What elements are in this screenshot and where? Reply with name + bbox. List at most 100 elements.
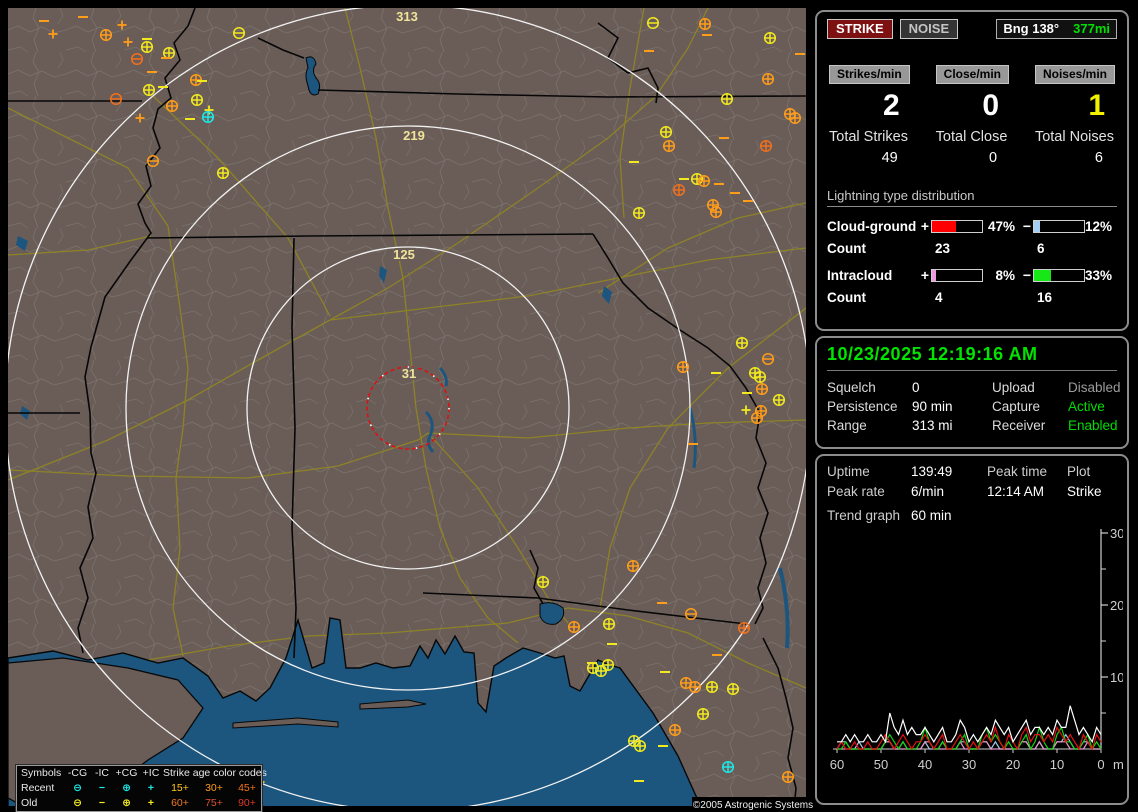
strike-symbol-cp — [167, 101, 178, 112]
strike-stats-panel: STRIKE NOISE Bng 138° 377mi Strikes/min … — [815, 10, 1129, 331]
strike-symbol-cp — [757, 384, 768, 395]
map-symbol-legend: Symbols -CG -IC +CG +IC Strike age color… — [16, 765, 262, 812]
strike-symbol-cp — [144, 85, 155, 96]
cg-negative-count: 6 — [1033, 241, 1085, 256]
legend-col-ic-neg: -IC — [90, 766, 114, 781]
strike-symbol-cp — [690, 682, 701, 693]
strikes-per-min-chip: Strikes/min — [829, 65, 910, 84]
status-panel: 10/23/2025 12:19:16 AM Squelch 0 Upload … — [815, 336, 1129, 449]
strike-symbol-cp — [737, 338, 748, 349]
trend-series-red — [837, 727, 1101, 749]
capture-label: Capture — [992, 399, 1068, 414]
ic-pos-recent-icon: + — [139, 781, 163, 796]
ring-label-313: 313 — [396, 9, 418, 24]
cloud-ground-label: Cloud-ground — [827, 219, 919, 234]
total-strikes-value: 49 — [829, 145, 910, 166]
legend-col-cg-neg: -CG — [65, 766, 90, 781]
ic-negative-bar — [1033, 269, 1085, 282]
plus-sign: + — [919, 267, 931, 283]
ic-positive-pct: 8% — [983, 268, 1021, 283]
cg-positive-pct: 47% — [983, 219, 1021, 234]
trend-graph: 3020106050403020100min — [827, 525, 1117, 788]
receiver-status: Enabled — [1068, 418, 1121, 433]
minus-sign: − — [1021, 218, 1033, 234]
lightning-map[interactable]: 313 219 125 31 Symbols -CG -IC +CG +IC S… — [8, 8, 806, 806]
peak-rate-value: 6/min — [911, 484, 987, 499]
strike-symbol-cp — [203, 112, 214, 123]
strike-symbol-cp — [761, 141, 772, 152]
strike-symbol-cp — [538, 577, 549, 588]
intracloud-row: Intracloud + 8% − 33% — [827, 267, 1117, 283]
svg-text:10: 10 — [1110, 670, 1123, 685]
close-per-min-column: Close/min 0 Total Close 0 — [936, 65, 1009, 166]
age-75-label: 75+ — [197, 796, 231, 811]
legend-old-label: Old — [19, 796, 65, 811]
cg-negative-bar — [1033, 220, 1085, 233]
plot-value: Strike — [1067, 484, 1117, 499]
svg-text:20: 20 — [1110, 598, 1123, 613]
squelch-value: 0 — [912, 380, 992, 395]
trend-series-white — [837, 706, 1101, 742]
strike-symbol-cp — [192, 95, 203, 106]
range-label: Range — [827, 418, 912, 433]
strike-symbol-cp — [723, 762, 734, 773]
ring-label-219: 219 — [403, 128, 425, 143]
persistence-value: 90 min — [912, 399, 992, 414]
age-45-label: 45+ — [231, 781, 263, 796]
trend-panel: Uptime 139:49 Peak time Plot Peak rate 6… — [815, 454, 1129, 805]
svg-text:min: min — [1113, 757, 1123, 772]
ic-neg-recent-icon: − — [90, 781, 114, 796]
squelch-label: Squelch — [827, 380, 912, 395]
strikes-per-min-column: Strikes/min 2 Total Strikes 49 — [829, 65, 910, 166]
ic-neg-old-icon: − — [90, 796, 114, 811]
ic-count-label: Count — [827, 290, 919, 305]
noises-per-min-chip: Noises/min — [1035, 65, 1115, 84]
strike-symbol-cp — [700, 19, 711, 30]
cg-pos-recent-icon: ⊕ — [114, 781, 139, 796]
strike-symbol-cp — [674, 185, 685, 196]
strike-symbol-cp — [752, 413, 763, 424]
trend-graph-window: 60 min — [911, 508, 987, 523]
strike-symbol-cp — [596, 666, 607, 677]
strike-symbol-cp — [692, 174, 703, 185]
total-noises-label: Total Noises — [1035, 129, 1115, 145]
ring-label-31: 31 — [402, 366, 416, 381]
cg-positive-count: 23 — [931, 241, 983, 256]
ic-positive-bar — [931, 269, 983, 282]
strike-symbol-cp — [142, 42, 153, 53]
strike-symbol-cp — [101, 30, 112, 41]
strike-symbol-cp — [698, 709, 709, 720]
strike-symbol-cp — [670, 725, 681, 736]
strike-symbol-cp — [218, 168, 229, 179]
strike-mode-button[interactable]: STRIKE — [827, 19, 893, 39]
strike-symbol-cp — [739, 623, 750, 634]
upload-status: Disabled — [1068, 380, 1121, 395]
plus-sign: + — [919, 218, 931, 234]
ic-negative-count: 16 — [1033, 290, 1085, 305]
strike-symbol-cp — [569, 622, 580, 633]
ic-positive-count: 4 — [931, 290, 983, 305]
legend-symbols-label: Symbols — [19, 766, 65, 781]
svg-text:20: 20 — [1006, 757, 1020, 772]
strike-symbol-cp — [628, 561, 639, 572]
age-30-label: 30+ — [197, 781, 231, 796]
noises-per-min-column: Noises/min 1 Total Noises 6 — [1035, 65, 1115, 166]
legend-header-row: Symbols -CG -IC +CG +IC Strike age color… — [17, 766, 261, 781]
age-90-label: 90+ — [231, 796, 263, 811]
strike-symbol-cp — [603, 660, 614, 671]
total-close-label: Total Close — [936, 129, 1009, 145]
age-60-label: 60+ — [163, 796, 197, 811]
copyright-text: ©2005 Astrogenic Systems — [692, 797, 814, 812]
noise-mode-button[interactable]: NOISE — [900, 19, 958, 39]
persistence-label: Persistence — [827, 399, 912, 414]
capture-status: Active — [1068, 399, 1121, 414]
svg-text:50: 50 — [874, 757, 888, 772]
strike-symbol-cp — [790, 113, 801, 124]
svg-text:60: 60 — [830, 757, 844, 772]
ic-pos-old-icon: + — [139, 796, 163, 811]
legend-col-cg-pos: +CG — [114, 766, 139, 781]
svg-text:30: 30 — [962, 757, 976, 772]
legend-recent-row: Recent ⊖ − ⊕ + 15+ 30+ 45+ — [17, 781, 261, 796]
total-close-value: 0 — [936, 145, 1009, 166]
trend-graph-label: Trend graph — [827, 508, 911, 523]
